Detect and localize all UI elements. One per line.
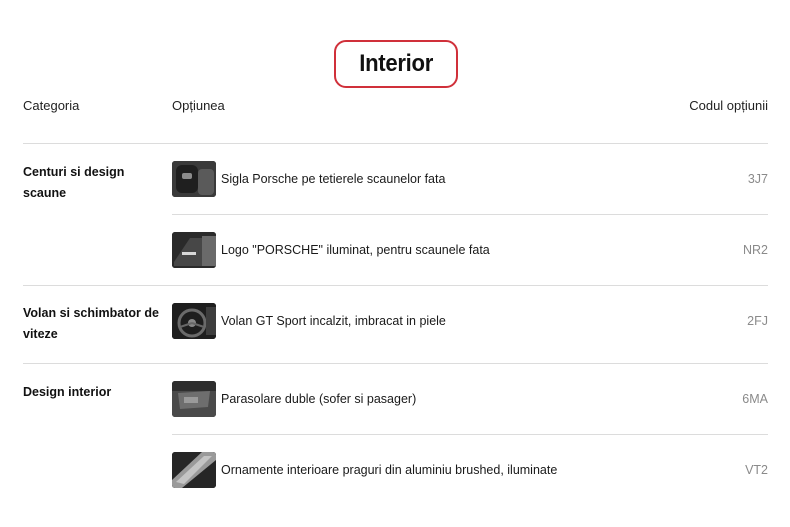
column-header-option: Opțiunea — [172, 98, 225, 113]
option-row[interactable]: Sigla Porsche pe tetierele scaunelor fat… — [172, 161, 768, 197]
option-label: Parasolare duble (sofer si pasager) — [221, 392, 417, 406]
option-label: Sigla Porsche pe tetierele scaunelor fat… — [221, 172, 446, 186]
option-row[interactable]: Ornamente interioare praguri din alumini… — [172, 452, 768, 488]
category-seats: Centuri si design scaune — [23, 165, 125, 200]
illuminated-logo-icon — [172, 232, 216, 268]
option-code: 2FJ — [747, 314, 768, 328]
sun-visor-icon — [172, 381, 216, 417]
divider — [172, 434, 768, 435]
divider — [23, 363, 768, 364]
divider — [172, 214, 768, 215]
option-row[interactable]: Logo "PORSCHE" iluminat, pentru scaunele… — [172, 232, 768, 268]
category-interior-design: Design interior — [23, 385, 112, 399]
column-header-category: Categoria — [23, 98, 80, 113]
door-sill-icon — [172, 452, 216, 488]
option-row[interactable]: Parasolare duble (sofer si pasager) 6MA — [172, 381, 768, 417]
option-label: Volan GT Sport incalzit, imbracat in pie… — [221, 314, 446, 328]
option-code: VT2 — [745, 463, 768, 477]
divider — [23, 285, 768, 286]
divider — [23, 143, 768, 144]
section-title-box: Interior — [334, 40, 458, 88]
option-label: Logo "PORSCHE" iluminat, pentru scaunele… — [221, 243, 490, 257]
option-code: 6MA — [742, 392, 768, 406]
steering-wheel-icon — [172, 303, 216, 339]
headrest-logo-icon — [172, 161, 216, 197]
option-label: Ornamente interioare praguri din alumini… — [221, 463, 558, 477]
option-row[interactable]: Volan GT Sport incalzit, imbracat in pie… — [172, 303, 768, 339]
column-header-code: Codul opțiunii — [689, 98, 768, 113]
option-code: 3J7 — [747, 172, 768, 186]
option-code: NR2 — [742, 243, 768, 257]
section-title: Interior — [359, 50, 433, 77]
category-steering: Volan si schimbator de viteze — [23, 306, 159, 341]
